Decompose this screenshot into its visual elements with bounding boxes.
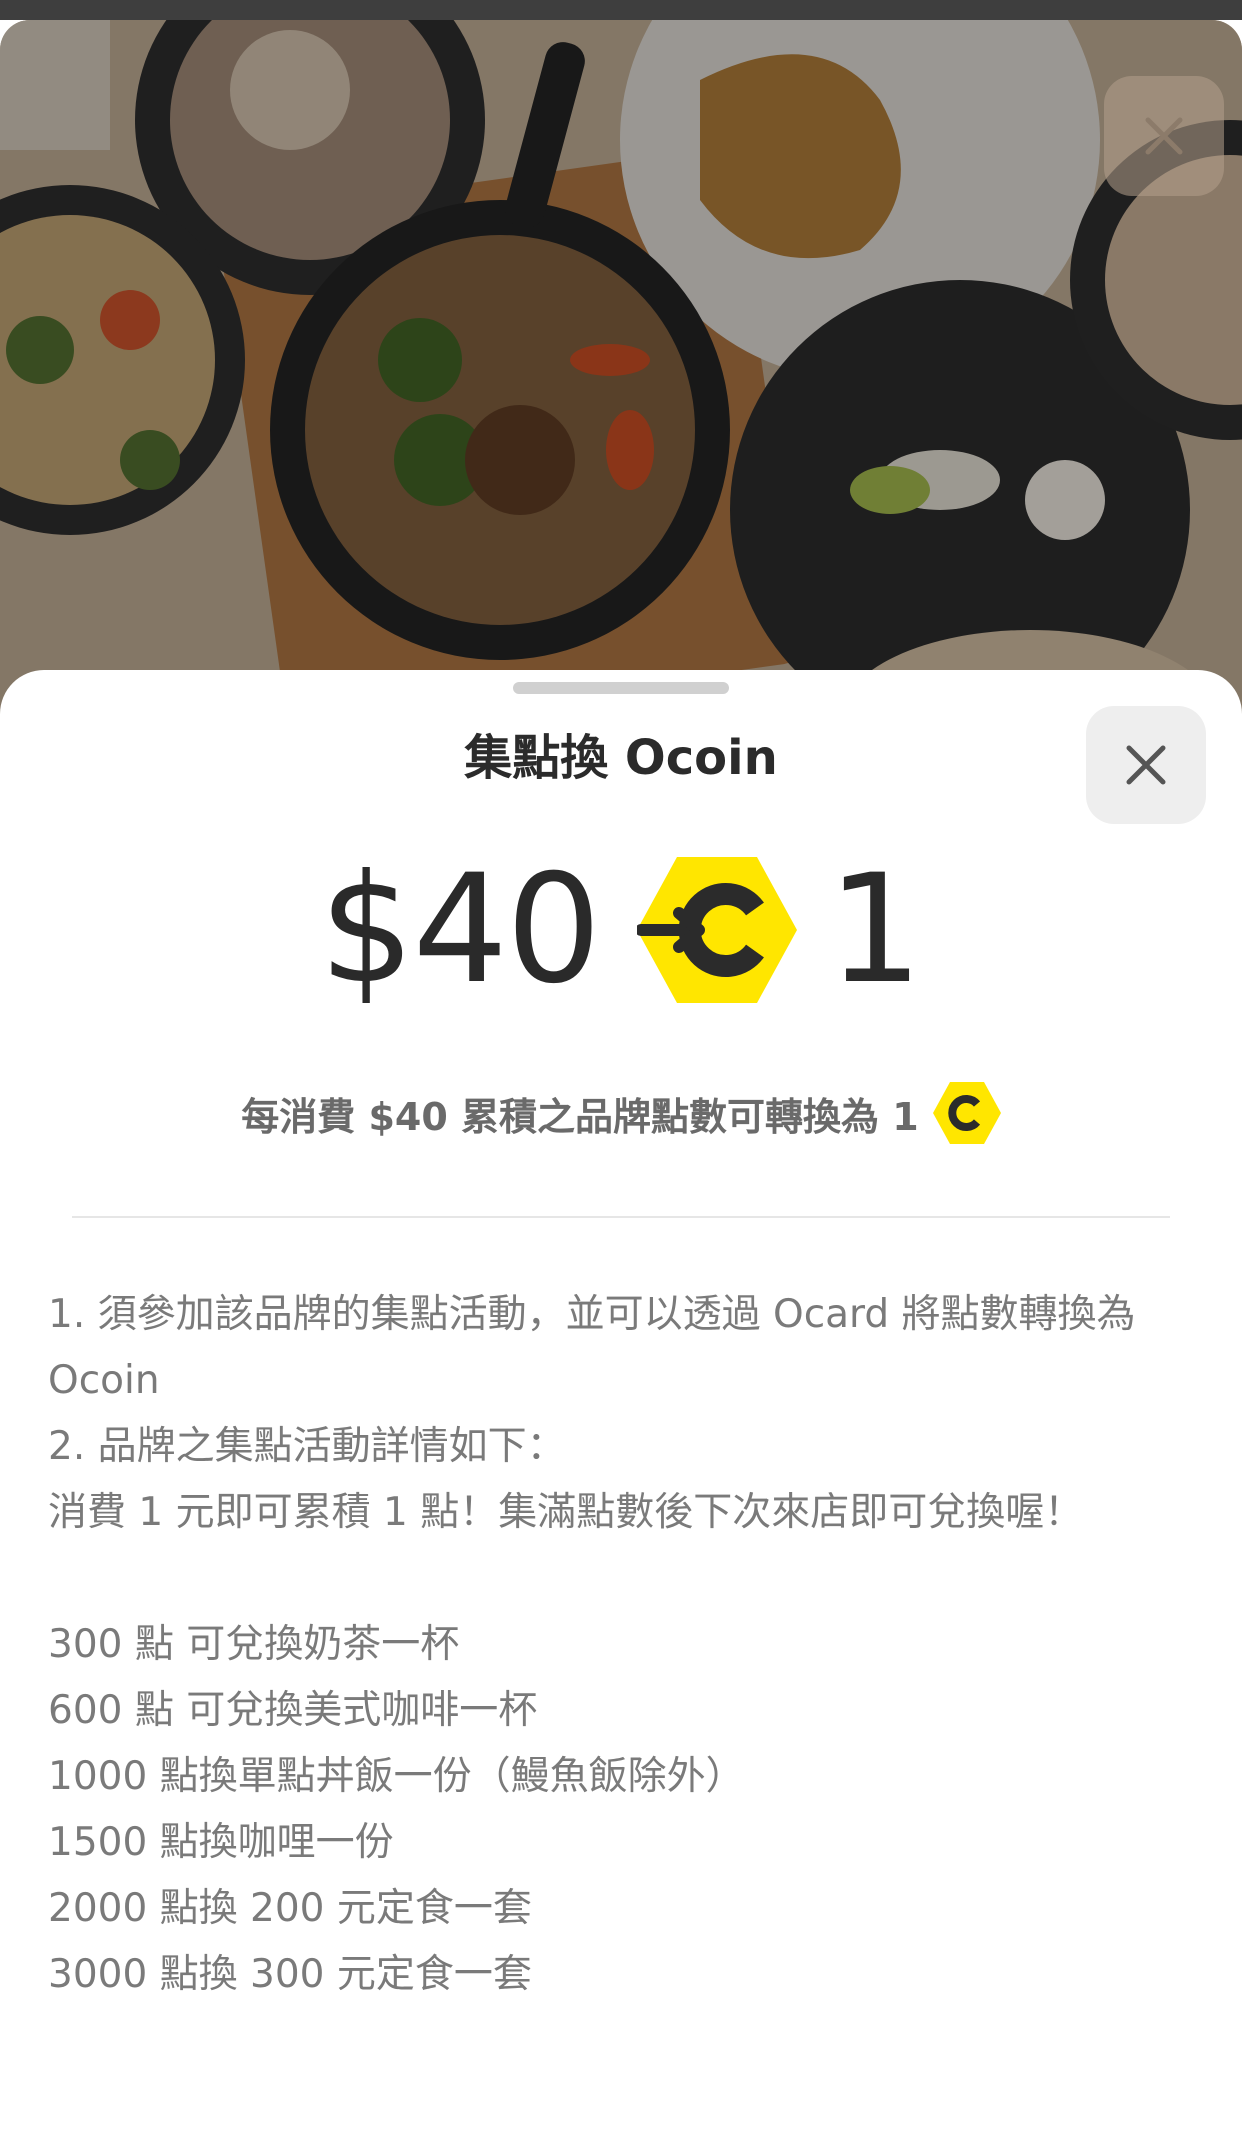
page: 集點換 Ocoin $40 1 每消費 $40 累積之品牌點數可轉換為 1 1.… [0, 0, 1242, 2133]
ocoin-icon [932, 1082, 1001, 1144]
rate-description: 每消費 $40 累積之品牌點數可轉換為 1 [0, 1082, 1242, 1144]
rule-line-1: 1. 須參加該品牌的集點活動，並可以透過 Ocard 將點數轉換為 Ocoin [48, 1292, 1136, 1403]
status-bar [0, 0, 1242, 20]
drag-handle[interactable] [513, 682, 729, 694]
reward-tier: 2000 點換 200 元定食一套 [48, 1886, 532, 1931]
rules-text: 1. 須參加該品牌的集點活動，並可以透過 Ocard 將點數轉換為 Ocoin … [48, 1282, 1198, 2008]
rate-description-text: 每消費 $40 累積之品牌點數可轉換為 1 [241, 1094, 919, 1139]
ocoin-exchange-sheet: 集點換 Ocoin $40 1 每消費 $40 累積之品牌點數可轉換為 1 1.… [0, 670, 1242, 2133]
rate-coins: 1 [827, 843, 923, 1017]
exchange-rate: $40 1 [0, 850, 1242, 1010]
rate-amount: $40 [319, 843, 601, 1017]
close-icon [1126, 745, 1166, 785]
reward-tier: 1000 點換單點丼飯一份（鰻魚飯除外） [48, 1754, 745, 1799]
rule-line-3: 消費 1 元即可累積 1 點！集滿點數後下次來店即可兌換喔！ [48, 1490, 1084, 1535]
divider [72, 1216, 1170, 1218]
rule-line-2: 2. 品牌之集點活動詳情如下： [48, 1424, 566, 1469]
sheet-title: 集點換 Ocoin [464, 730, 778, 786]
close-button[interactable] [1086, 706, 1206, 824]
reward-tier: 300 點 可兌換奶茶一杯 [48, 1622, 460, 1667]
ocoin-convert-icon [637, 857, 798, 1003]
reward-tier: 600 點 可兌換美式咖啡一杯 [48, 1688, 538, 1733]
hero-close-button[interactable] [1104, 76, 1224, 196]
reward-tier: 1500 點換咖哩一份 [48, 1820, 394, 1865]
image-overlay [0, 20, 1242, 740]
store-cover-image [0, 20, 1242, 740]
reward-tier: 3000 點換 300 元定食一套 [48, 1952, 532, 1997]
close-icon [1145, 117, 1183, 155]
